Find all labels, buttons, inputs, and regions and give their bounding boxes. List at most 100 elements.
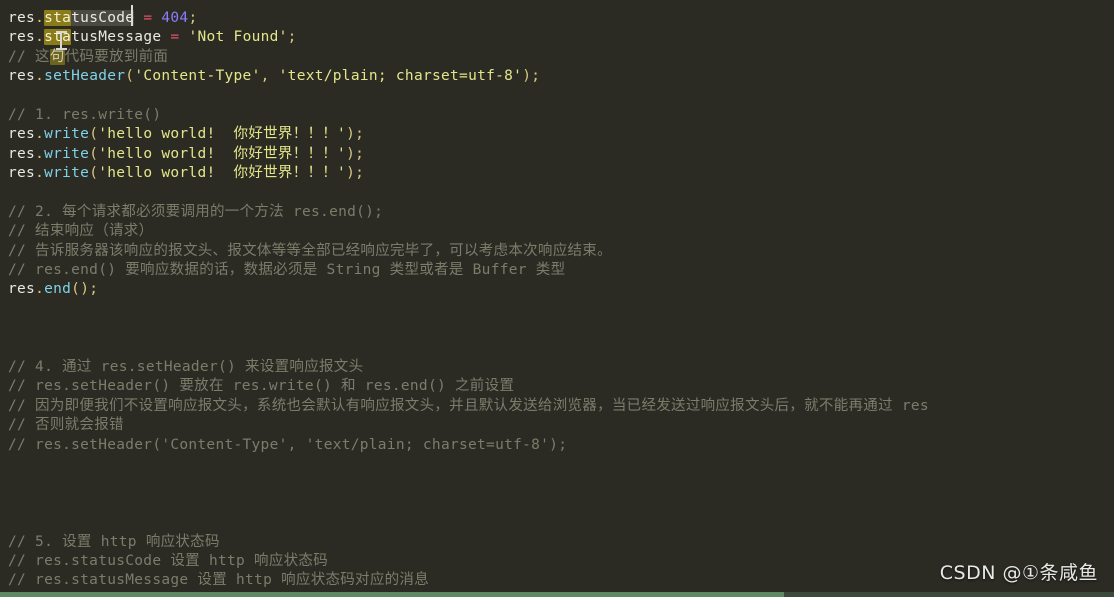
code-line[interactable]: // 2. 每个请求都必须要调用的一个方法 res.end();: [8, 203, 1114, 222]
code-token: res: [8, 165, 36, 182]
code-line[interactable]: res.write('hello world! 你好世界！！！');: [8, 164, 1114, 183]
code-token: .: [35, 10, 45, 26]
code-line[interactable]: res.statusCode = 404;: [8, 9, 1114, 28]
code-token: 404: [161, 10, 189, 26]
code-token: res: [8, 145, 36, 162]
code-line[interactable]: [8, 513, 1114, 532]
code-line[interactable]: // 5. 设置 http 响应状态码: [8, 533, 1114, 552]
code-token: ): [346, 165, 356, 182]
code-token: setHeader: [44, 68, 126, 85]
code-token: .: [35, 68, 45, 85]
code-token: 'hello world! 你好世界！！！': [98, 145, 347, 162]
code-line[interactable]: res.write('hello world! 你好世界！！！');: [8, 145, 1114, 164]
code-token: write: [44, 165, 90, 182]
bottom-accent-strip-right: [784, 592, 1114, 597]
code-token: tusMessage: [71, 29, 162, 46]
code-token: sta: [44, 29, 72, 46]
code-lines-container[interactable]: res.statusCode = 404; res.statusMessage =…: [8, 9, 1114, 597]
code-token: 'hello world! 你好世界！！！': [98, 165, 347, 182]
code-token: res: [8, 10, 36, 26]
code-token: ;: [188, 10, 198, 26]
code-line[interactable]: // res.end() 要响应数据的话，数据必须是 String 类型或者是 …: [8, 261, 1114, 280]
code-token: // 告诉服务器该响应的报文头、报文体等等全部已经响应完毕了，可以考虑本次响应结…: [8, 242, 612, 259]
code-token: // 这: [8, 48, 50, 65]
code-token: 句: [49, 48, 65, 65]
code-line[interactable]: res.end();: [8, 280, 1114, 299]
code-token: // res.setHeader('Content-Type', 'text/p…: [8, 436, 568, 453]
code-token: // 4. 通过 res.setHeader() 来设置响应报文头: [8, 359, 364, 376]
code-token: ;: [89, 281, 99, 298]
code-token: ): [80, 281, 90, 298]
code-token: // 结束响应（请求）: [8, 223, 154, 240]
code-token: // res.statusCode 设置 http 响应状态码: [8, 552, 329, 569]
code-token: // 5. 设置 http 响应状态码: [8, 533, 220, 550]
code-token: write: [44, 145, 90, 162]
code-line[interactable]: res.setHeader('Content-Type', 'text/plai…: [8, 67, 1114, 86]
code-line[interactable]: [8, 184, 1114, 203]
code-token: ,: [260, 68, 270, 85]
code-line[interactable]: [8, 300, 1114, 319]
code-line[interactable]: res.statusMessage = 'Not Found';: [8, 28, 1114, 47]
code-token: ): [346, 145, 356, 162]
code-token: ;: [355, 126, 365, 143]
code-editor-surface[interactable]: res.statusCode = 404; res.statusMessage =…: [0, 0, 1114, 597]
code-token: =: [143, 10, 153, 26]
code-token: 'Content-Type': [134, 68, 261, 85]
code-token: ): [346, 126, 356, 143]
code-token: res: [8, 281, 36, 298]
code-token: res: [8, 68, 36, 85]
csdn-watermark: CSDN @①条咸鱼: [939, 561, 1098, 584]
code-token: // 因为即便我们不设置响应报文头，系统也会默认有响应报文头，并且默认发送给浏览…: [8, 397, 929, 414]
code-token: // 1. res.write(): [8, 106, 162, 123]
code-token: .: [35, 126, 45, 143]
code-line[interactable]: // res.setHeader('Content-Type', 'text/p…: [8, 436, 1114, 455]
text-caret: [131, 5, 133, 26]
code-token: sta: [44, 10, 72, 26]
code-token: // res.setHeader() 要放在 res.write() 和 res…: [8, 378, 515, 395]
code-token: (: [125, 68, 135, 85]
code-token: .: [35, 145, 45, 162]
code-token: // res.statusMessage 设置 http 响应状态码对应的消息: [8, 572, 430, 589]
code-line[interactable]: [8, 455, 1114, 474]
code-token: res: [8, 126, 36, 143]
code-token: end: [44, 281, 72, 298]
code-token: // 否则就会报错: [8, 417, 124, 434]
code-token: (: [89, 165, 99, 182]
code-token: ;: [531, 68, 541, 85]
code-token: 'hello world! 你好世界！！！': [98, 126, 347, 143]
code-token: // res.end() 要响应数据的话，数据必须是 String 类型或者是 …: [8, 262, 566, 279]
code-token: (: [89, 126, 99, 143]
code-line[interactable]: res.write('hello world! 你好世界！！！');: [8, 125, 1114, 144]
code-token: (: [71, 281, 81, 298]
code-token: 代码要放到前面: [64, 48, 169, 65]
code-token: write: [44, 126, 90, 143]
code-line[interactable]: [8, 339, 1114, 358]
code-token: .: [35, 281, 45, 298]
code-line[interactable]: // 告诉服务器该响应的报文头、报文体等等全部已经响应完毕了，可以考虑本次响应结…: [8, 242, 1114, 261]
code-token: ;: [355, 165, 365, 182]
code-token: ;: [287, 29, 297, 46]
code-token: (: [89, 145, 99, 162]
code-line[interactable]: // 1. res.write(): [8, 106, 1114, 125]
code-token: ;: [355, 145, 365, 162]
code-line[interactable]: // res.setHeader() 要放在 res.write() 和 res…: [8, 377, 1114, 396]
code-token: .: [35, 29, 45, 46]
code-token: .: [35, 165, 45, 182]
code-line[interactable]: // 否则就会报错: [8, 416, 1114, 435]
code-line[interactable]: // 因为即便我们不设置响应报文头，系统也会默认有响应报文头，并且默认发送给浏览…: [8, 397, 1114, 416]
code-line[interactable]: [8, 87, 1114, 106]
code-token: ): [522, 68, 532, 85]
code-token: 'text/plain; charset=utf-8': [278, 68, 523, 85]
code-token: 'Not Found': [188, 29, 288, 46]
code-line[interactable]: // 结束响应（请求）: [8, 222, 1114, 241]
code-line[interactable]: // 4. 通过 res.setHeader() 来设置响应报文头: [8, 358, 1114, 377]
code-token: // 2. 每个请求都必须要调用的一个方法 res.end();: [8, 203, 384, 220]
code-line[interactable]: [8, 319, 1114, 338]
code-line[interactable]: [8, 494, 1114, 513]
code-token: res: [8, 29, 36, 46]
code-line[interactable]: [8, 474, 1114, 493]
code-token: tusCode: [71, 10, 135, 26]
code-line[interactable]: // 这句代码要放到前面: [8, 48, 1114, 67]
